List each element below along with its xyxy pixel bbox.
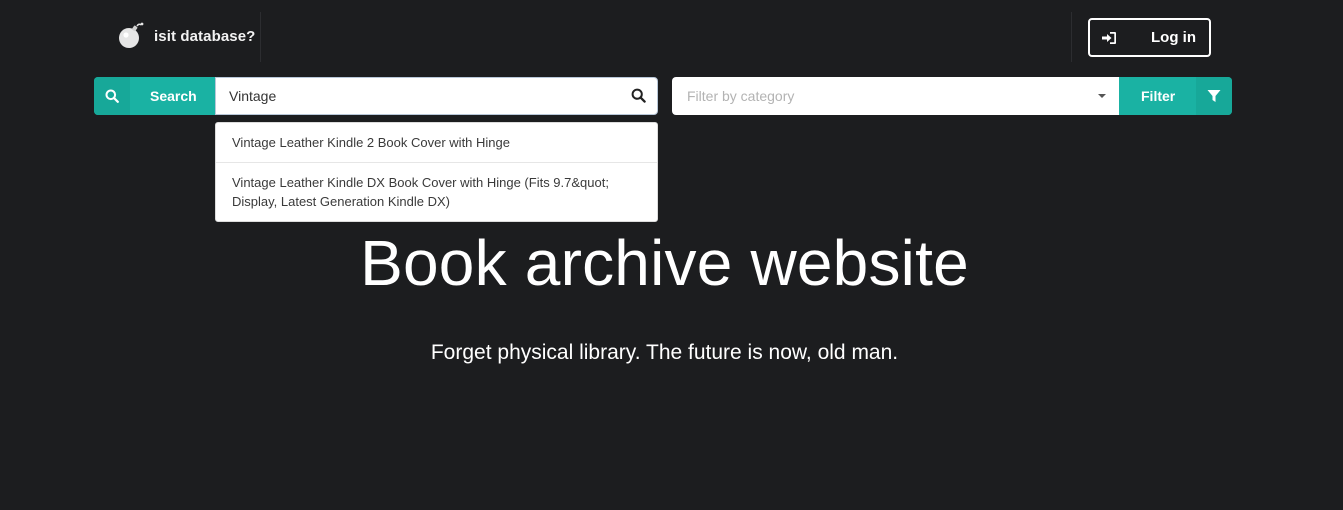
hero-title: Book archive website <box>360 227 969 299</box>
bomb-icon <box>119 22 144 48</box>
suggestion-item[interactable]: Vintage Leather Kindle 2 Book Cover with… <box>216 123 657 162</box>
search-input[interactable] <box>229 78 619 114</box>
filter-button[interactable]: Filter <box>1119 77 1232 115</box>
category-placeholder: Filter by category <box>687 88 795 104</box>
search-button[interactable]: Search <box>94 77 215 115</box>
search-icon <box>105 89 119 103</box>
sign-in-icon <box>1102 31 1116 44</box>
filter-button-icon-cell <box>1196 77 1232 115</box>
brand-link[interactable]: isit database? <box>118 22 255 50</box>
login-label: Log in <box>1151 29 1196 46</box>
header-divider-left <box>260 12 261 62</box>
page: isit database? Log in Search Vintage Lea… <box>0 0 1343 510</box>
filter-button-label: Filter <box>1141 88 1176 104</box>
search-button-icon-cell <box>94 77 130 115</box>
search-button-label: Search <box>150 88 197 104</box>
category-select[interactable]: Filter by category <box>672 77 1119 115</box>
search-field <box>215 77 658 115</box>
hero-subtitle: Forget physical library. The future is n… <box>430 341 899 364</box>
funnel-icon <box>1207 90 1221 102</box>
search-icon[interactable] <box>631 88 646 103</box>
search-suggestions: Vintage Leather Kindle 2 Book Cover with… <box>215 122 658 222</box>
chevron-down-icon <box>1098 94 1106 98</box>
suggestion-item[interactable]: Vintage Leather Kindle DX Book Cover wit… <box>216 162 657 221</box>
header-divider-right <box>1071 12 1072 62</box>
login-button[interactable]: Log in <box>1088 18 1211 57</box>
brand-name: isit database? <box>154 27 256 45</box>
